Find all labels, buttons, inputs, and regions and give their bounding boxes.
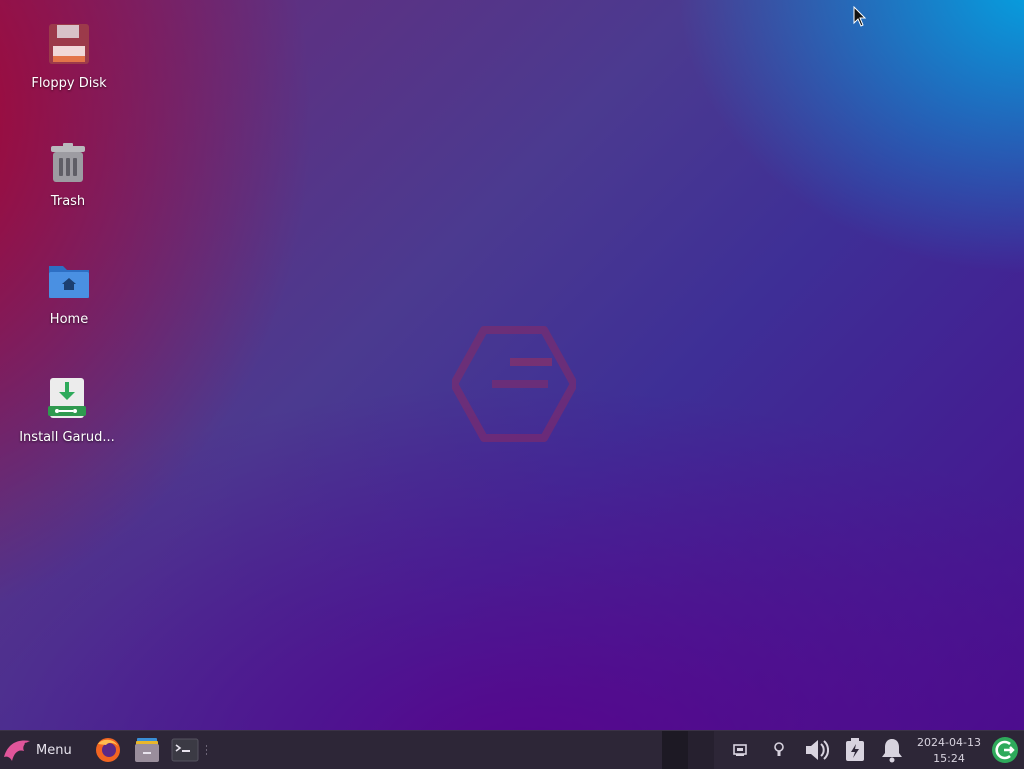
taskbar: Menu 2024-04-13 15:24 bbox=[0, 730, 1024, 769]
garuda-watermark-logo bbox=[452, 326, 576, 442]
trash-label: Trash bbox=[50, 194, 86, 209]
menu-label: Menu bbox=[36, 742, 72, 758]
home-folder-icon bbox=[49, 266, 89, 298]
installer-icon bbox=[48, 378, 86, 418]
menu-button[interactable]: Menu bbox=[2, 735, 72, 765]
workspace-1[interactable] bbox=[662, 731, 688, 769]
install-garuda-label: Install Garud... bbox=[19, 430, 115, 445]
clock[interactable]: 2024-04-13 15:24 bbox=[916, 735, 982, 767]
battery-charging-icon[interactable] bbox=[842, 737, 868, 763]
mouse-cursor-icon bbox=[853, 6, 867, 27]
logout-power-icon[interactable] bbox=[990, 735, 1020, 765]
home-label: Home bbox=[49, 312, 89, 327]
terminal-icon[interactable] bbox=[171, 736, 199, 764]
file-manager-icon[interactable] bbox=[133, 736, 161, 764]
firefox-icon[interactable] bbox=[94, 736, 122, 764]
clock-time: 15:24 bbox=[933, 752, 965, 765]
floppy-disk-icon bbox=[49, 24, 89, 64]
desktop-icon-home[interactable]: Home bbox=[14, 258, 124, 327]
desktop-background[interactable]: Floppy Disk Trash Home Install Garud... bbox=[0, 0, 1024, 730]
floppy-disk-label: Floppy Disk bbox=[31, 76, 107, 91]
network-icon[interactable] bbox=[727, 737, 753, 763]
garuda-eagle-icon bbox=[4, 740, 30, 761]
workspace-2[interactable] bbox=[688, 731, 714, 769]
notification-bell-icon[interactable] bbox=[879, 737, 905, 763]
desktop-icon-install-garuda[interactable]: Install Garud... bbox=[12, 376, 122, 445]
trash-icon bbox=[51, 143, 85, 182]
volume-icon[interactable] bbox=[803, 737, 829, 763]
desktop-icon-floppy-disk[interactable]: Floppy Disk bbox=[14, 22, 124, 91]
panel-separator-handle bbox=[206, 745, 207, 755]
desktop-icon-trash[interactable]: Trash bbox=[13, 140, 123, 209]
lightbulb-icon[interactable] bbox=[766, 737, 792, 763]
clock-date: 2024-04-13 bbox=[917, 736, 981, 749]
